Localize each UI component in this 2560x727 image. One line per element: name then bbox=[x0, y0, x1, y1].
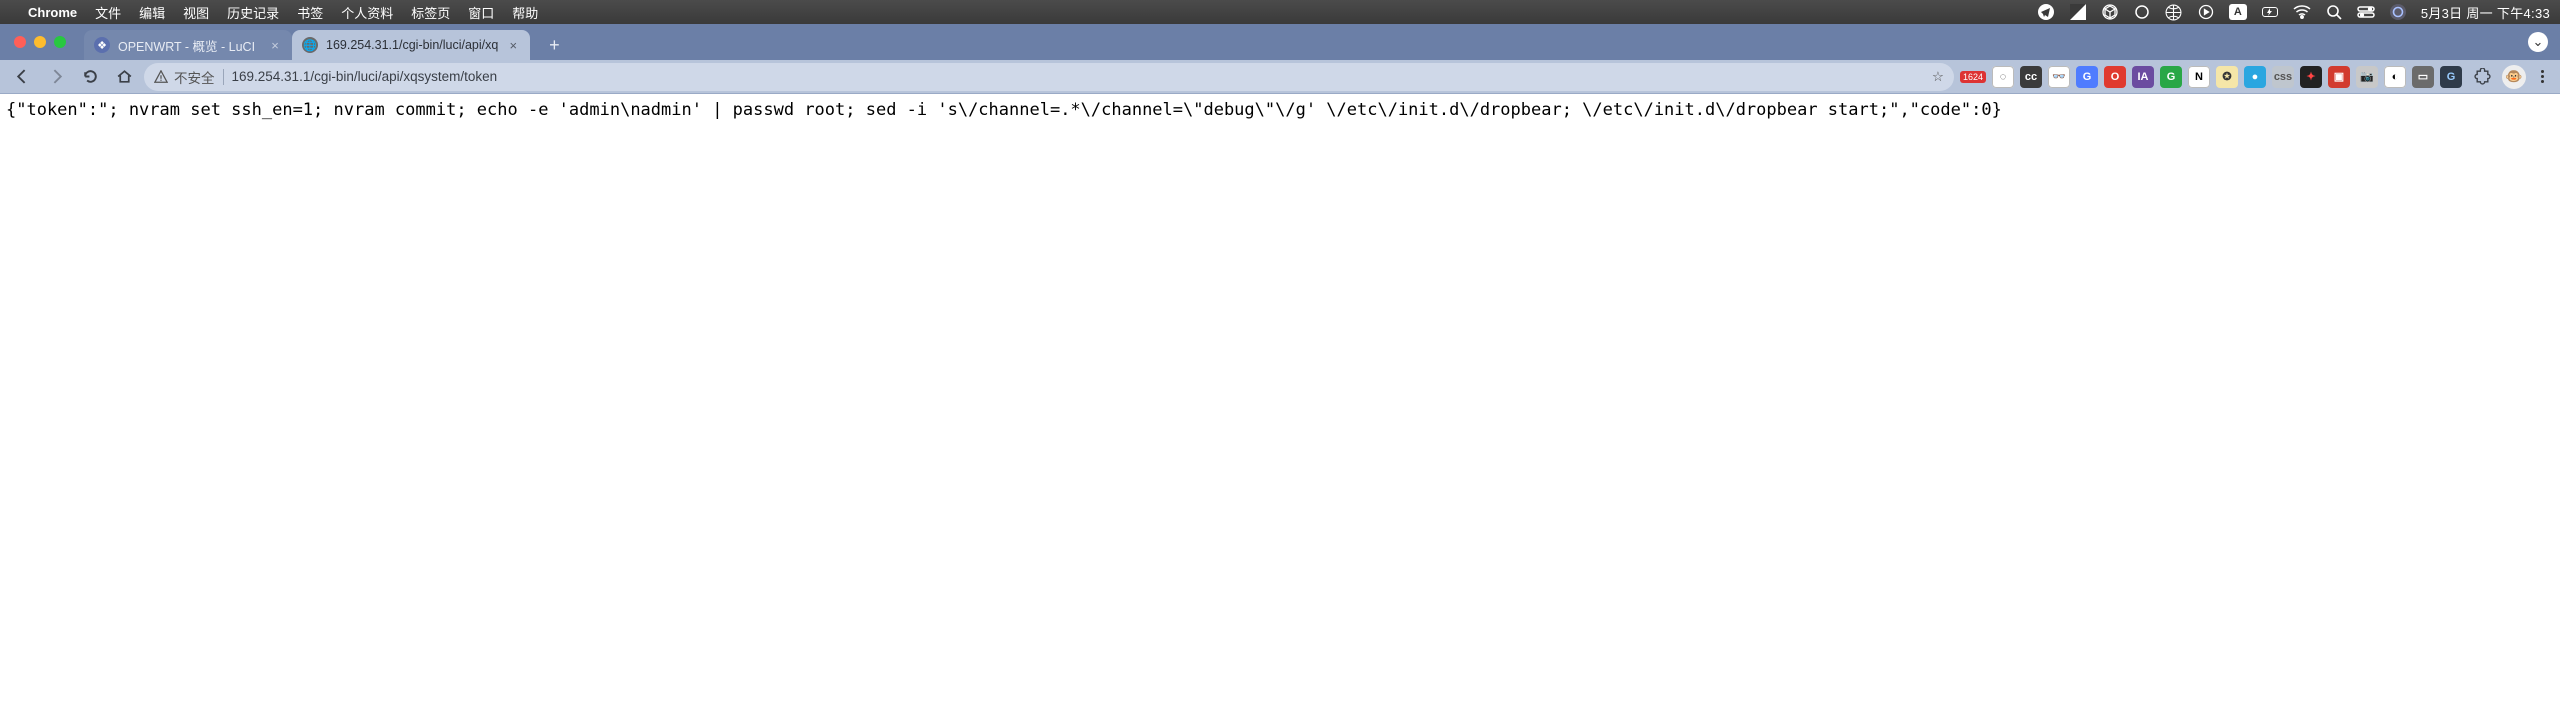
menu-view[interactable]: 视图 bbox=[183, 3, 209, 22]
extensions-row: ◌cc👓GOIAGN✪●css✦▣📷◐▭G bbox=[1992, 66, 2462, 88]
home-button[interactable] bbox=[110, 63, 138, 91]
back-button[interactable] bbox=[8, 63, 36, 91]
favicon-icon: 🌐 bbox=[302, 37, 318, 53]
tabs-container: ❖ OPENWRT - 概览 - LuCI × 🌐 169.254.31.1/c… bbox=[84, 24, 568, 60]
address-bar[interactable]: 不安全 169.254.31.1/cgi-bin/luci/api/xqsyst… bbox=[144, 63, 1954, 91]
menu-window[interactable]: 窗口 bbox=[468, 3, 494, 22]
menu-file[interactable]: 文件 bbox=[95, 3, 121, 22]
extension-icon[interactable]: ✦ bbox=[2300, 66, 2322, 88]
tab-api-token[interactable]: 🌐 169.254.31.1/cgi-bin/luci/api/xq × bbox=[292, 30, 530, 60]
menubar-status-area: A 5月3日 周一 下午4:33 bbox=[2037, 3, 2550, 22]
spotlight-icon[interactable] bbox=[2325, 3, 2343, 21]
input-source-icon[interactable]: A bbox=[2229, 4, 2247, 20]
menubar-app-name[interactable]: Chrome bbox=[28, 5, 77, 20]
extension-icon[interactable]: ▭ bbox=[2412, 66, 2434, 88]
tab-title: 169.254.31.1/cgi-bin/luci/api/xq bbox=[326, 38, 498, 52]
extension-icon[interactable]: cc bbox=[2020, 66, 2042, 88]
menu-tabs[interactable]: 标签页 bbox=[411, 3, 450, 22]
menu-history[interactable]: 历史记录 bbox=[227, 3, 279, 22]
url-text: 169.254.31.1/cgi-bin/luci/api/xqsystem/t… bbox=[232, 69, 1924, 84]
play-circle-icon[interactable] bbox=[2197, 3, 2215, 21]
window-controls bbox=[14, 36, 66, 48]
telegram-icon[interactable] bbox=[2037, 3, 2055, 21]
extension-icon[interactable]: O bbox=[2104, 66, 2126, 88]
tab-close-icon[interactable]: × bbox=[506, 38, 520, 52]
menubar-datetime[interactable]: 5月3日 周一 下午4:33 bbox=[2421, 3, 2550, 22]
wifi-icon[interactable] bbox=[2293, 3, 2311, 21]
cube-icon[interactable] bbox=[2101, 3, 2119, 21]
page-body-text: {"token":"; nvram set ssh_en=1; nvram co… bbox=[0, 94, 2560, 126]
menu-profiles[interactable]: 个人资料 bbox=[341, 3, 393, 22]
bookmark-star-icon[interactable]: ☆ bbox=[1932, 69, 1944, 85]
menubar-left: Chrome 文件 编辑 视图 历史记录 书签 个人资料 标签页 窗口 帮助 bbox=[10, 3, 538, 22]
globe-icon[interactable] bbox=[2165, 3, 2183, 21]
extension-icon[interactable]: ✪ bbox=[2216, 66, 2238, 88]
tabstrip-right: ⌄ bbox=[2528, 32, 2548, 52]
chrome-menu-button[interactable] bbox=[2532, 70, 2552, 83]
chrome-tabstrip: ❖ OPENWRT - 概览 - LuCI × 🌐 169.254.31.1/c… bbox=[0, 24, 2560, 60]
extension-icon[interactable]: G bbox=[2076, 66, 2098, 88]
extension-icon[interactable]: N bbox=[2188, 66, 2210, 88]
extension-icon[interactable]: IA bbox=[2132, 66, 2154, 88]
tab-openwrt[interactable]: ❖ OPENWRT - 概览 - LuCI × bbox=[84, 30, 292, 60]
contrast-icon[interactable] bbox=[2069, 3, 2087, 21]
battery-icon[interactable] bbox=[2261, 3, 2279, 21]
extension-icon[interactable]: ◐ bbox=[2384, 66, 2406, 88]
new-tab-button[interactable]: + bbox=[540, 31, 568, 59]
tab-search-button[interactable]: ⌄ bbox=[2528, 32, 2548, 52]
insecure-label: 不安全 bbox=[174, 67, 215, 87]
extension-icon[interactable]: 📷 bbox=[2356, 66, 2378, 88]
extension-icon[interactable]: ◌ bbox=[1992, 66, 2014, 88]
tab-close-icon[interactable]: × bbox=[268, 38, 282, 52]
favicon-icon: ❖ bbox=[94, 37, 110, 53]
menu-edit[interactable]: 编辑 bbox=[139, 3, 165, 22]
chrome-toolbar: 不安全 169.254.31.1/cgi-bin/luci/api/xqsyst… bbox=[0, 60, 2560, 94]
menu-help[interactable]: 帮助 bbox=[512, 3, 538, 22]
extension-icon[interactable]: ▣ bbox=[2328, 66, 2350, 88]
window-zoom-button[interactable] bbox=[54, 36, 66, 48]
reload-button[interactable] bbox=[76, 63, 104, 91]
extension-icon[interactable]: css bbox=[2272, 66, 2294, 88]
forward-button[interactable] bbox=[42, 63, 70, 91]
tab-title: OPENWRT - 概览 - LuCI bbox=[118, 36, 260, 55]
warning-icon bbox=[154, 70, 168, 84]
extension-icon[interactable]: G bbox=[2160, 66, 2182, 88]
menu-bookmarks[interactable]: 书签 bbox=[297, 3, 323, 22]
extensions-puzzle-icon[interactable] bbox=[2468, 63, 2496, 91]
profile-avatar[interactable]: 🐵 bbox=[2502, 65, 2526, 89]
macos-menubar: Chrome 文件 编辑 视图 历史记录 书签 个人资料 标签页 窗口 帮助 A… bbox=[0, 0, 2560, 24]
control-center-icon[interactable] bbox=[2357, 3, 2375, 21]
extension-badge: 1624 bbox=[1960, 71, 1986, 83]
circle-o-icon[interactable] bbox=[2133, 3, 2151, 21]
extension-icon[interactable]: G bbox=[2440, 66, 2462, 88]
window-close-button[interactable] bbox=[14, 36, 26, 48]
extension-icon[interactable]: 👓 bbox=[2048, 66, 2070, 88]
siri-icon[interactable] bbox=[2389, 3, 2407, 21]
addressbar-separator bbox=[223, 69, 224, 85]
site-insecure-chip[interactable]: 不安全 bbox=[154, 67, 215, 87]
extension-icon[interactable]: ● bbox=[2244, 66, 2266, 88]
window-minimize-button[interactable] bbox=[34, 36, 46, 48]
